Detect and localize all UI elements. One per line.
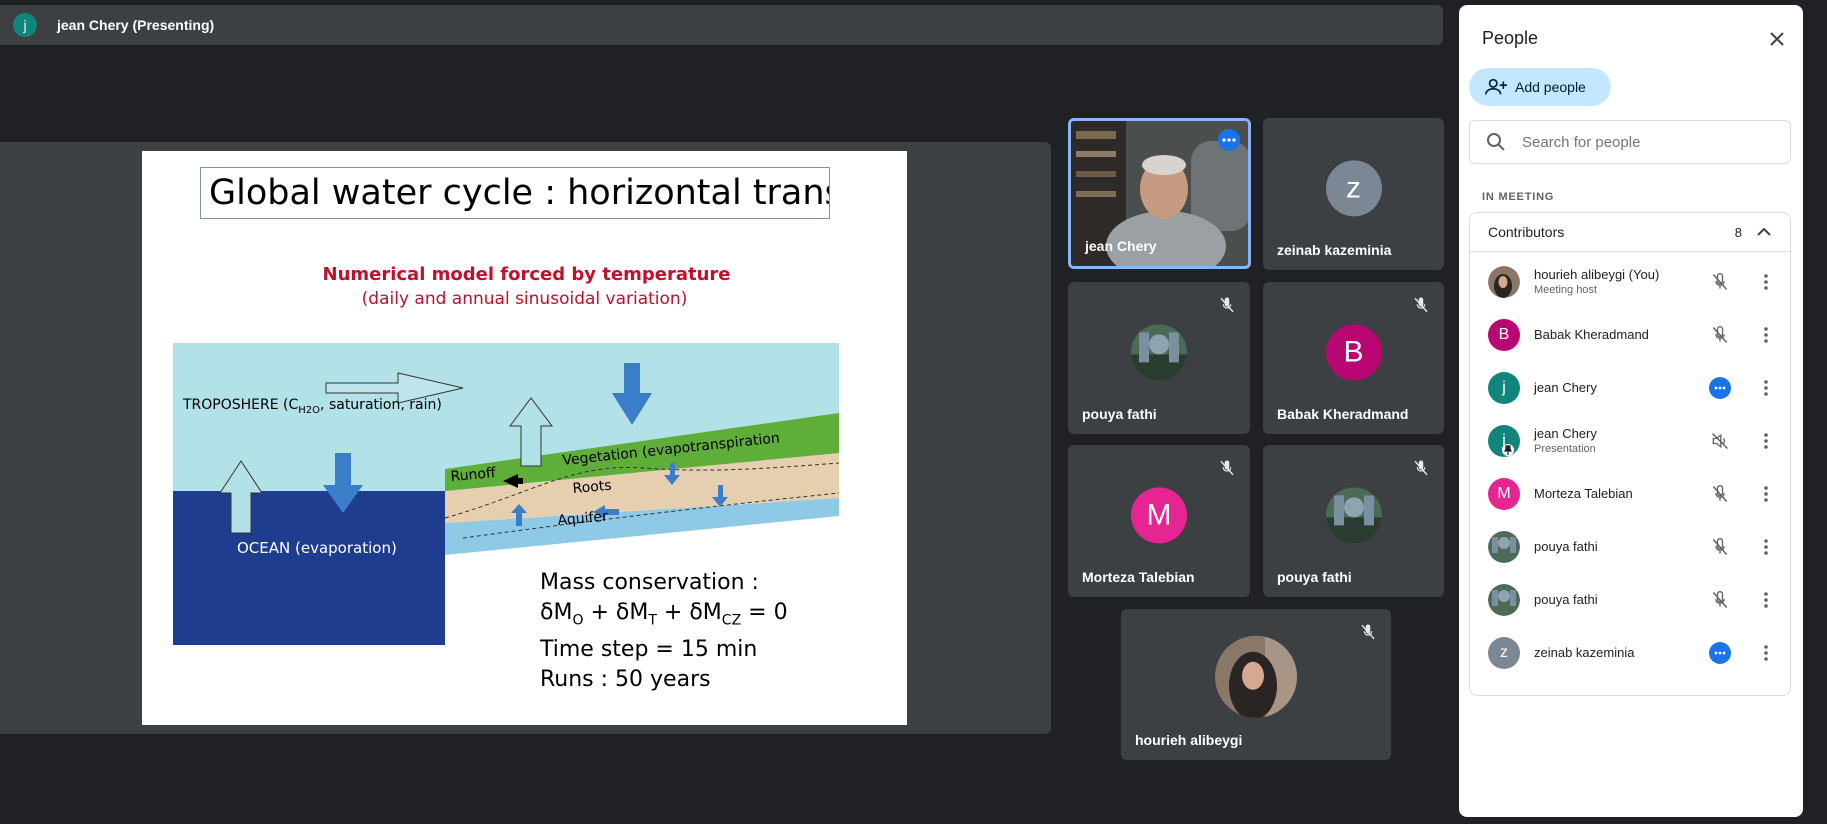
avatar [1131,324,1187,381]
more-options-icon[interactable] [1218,129,1240,151]
tile-name: Babak Kheradmand [1277,406,1409,422]
avatar: j [1488,424,1520,457]
avatar [1488,265,1520,298]
tile-name: pouya fathi [1277,569,1352,585]
mic-off-icon [1361,624,1375,640]
slide-subtitle-2: (daily and annual sinusoidal variation) [361,289,688,309]
people-panel: People Add people IN MEETING Contributor… [1459,5,1803,817]
volume-off-icon[interactable] [1708,429,1732,453]
participant-row[interactable]: M Morteza Talebian [1470,467,1790,520]
avatar [1215,635,1297,718]
close-icon [1770,32,1784,46]
presenter-avatar: j [13,13,37,37]
pin-icon [1502,443,1514,456]
participant-name: jean Chery [1534,380,1597,395]
mic-off-icon [1220,460,1234,476]
add-person-icon [1485,78,1507,95]
participant-name: Babak Kheradmand [1534,327,1649,342]
more-vert-icon[interactable] [1756,429,1776,453]
slide-subtitle: Numerical model forced by temperature [322,264,731,285]
video-tile-morteza-talebian[interactable]: M Morteza Talebian [1068,445,1250,597]
participant-row[interactable]: pouya fathi [1470,573,1790,626]
video-tile-pouya-fathi[interactable]: pouya fathi [1068,282,1250,434]
more-options-icon[interactable] [1708,641,1732,665]
more-vert-icon[interactable] [1756,482,1776,506]
video-tile-zeinab-kazeminia[interactable]: z zeinab kazeminia [1263,118,1444,270]
video-tile-babak-kheradmand[interactable]: B Babak Kheradmand [1263,282,1444,434]
participant-name: Morteza Talebian [1534,486,1633,501]
more-vert-icon[interactable] [1756,535,1776,559]
add-people-button[interactable]: Add people [1469,68,1611,106]
panel-title: People [1482,28,1539,48]
ocean-area [173,491,445,645]
participant-row[interactable]: j jean Chery Presentation [1470,414,1790,467]
participant-name: jean Chery [1534,426,1597,441]
video-tile-pouya-fathi-2[interactable]: pouya fathi [1263,445,1444,597]
presenter-label: jean Chery (Presenting) [57,17,215,33]
participant-row[interactable]: pouya fathi [1470,520,1790,573]
contributors-label: Contributors [1488,224,1565,240]
presentation-slide: Global water cycle : horizontal transfer… [142,151,907,725]
chevron-up-icon[interactable] [1756,227,1772,237]
mass-conservation-text: Mass conservation : δMO + δMT + δMCZ = 0… [540,570,788,693]
avatar: j [1488,371,1520,404]
search-input[interactable] [1520,132,1764,152]
avatar [1488,583,1520,616]
tile-name: Morteza Talebian [1082,569,1195,585]
in-meeting-heading: IN MEETING [1482,191,1555,203]
more-vert-icon[interactable] [1756,270,1776,294]
contributors-header[interactable]: Contributors 8 [1470,213,1790,252]
mic-off-icon[interactable] [1708,588,1732,612]
avatar: z [1325,160,1382,217]
more-vert-icon[interactable] [1756,641,1776,665]
search-box[interactable] [1469,120,1791,164]
video-tile-jean-chery[interactable]: jean Chery [1068,118,1251,269]
avatar: M [1488,477,1520,510]
participant-row[interactable]: B Babak Kheradmand [1470,308,1790,361]
tile-name: zeinab kazeminia [1277,242,1392,258]
participant-row[interactable]: hourieh alibeygi (You) Meeting host [1470,255,1790,308]
mic-off-icon[interactable] [1708,535,1732,559]
participant-name: hourieh alibeygi (You) [1534,267,1660,282]
participant-row[interactable]: z zeinab kazeminia [1470,626,1790,679]
participant-name: pouya fathi [1534,592,1598,607]
contributors-section: Contributors 8 hourieh alibeygi (You) Me… [1469,212,1791,696]
tile-name: hourieh alibeygi [1135,732,1243,748]
mass-equation: δMO + δMT + δMCZ = 0 [540,600,788,629]
participant-name: zeinab kazeminia [1534,645,1635,660]
mic-off-icon[interactable] [1708,270,1732,294]
avatar: B [1325,324,1382,381]
close-button[interactable] [1763,25,1791,53]
avatar: B [1488,318,1520,351]
participant-role: Meeting host [1534,284,1597,296]
video-tile-hourieh-alibeygi[interactable]: hourieh alibeygi [1121,609,1391,760]
avatar [1488,530,1520,563]
add-people-label: Add people [1515,79,1586,95]
mic-off-icon [1220,297,1234,313]
tile-name: jean Chery [1085,238,1157,254]
mic-off-icon [1414,297,1428,313]
avatar: z [1488,636,1520,669]
mic-off-icon[interactable] [1708,323,1732,347]
participant-role: Presentation [1534,443,1596,455]
tile-name: pouya fathi [1082,406,1157,422]
participant-name: pouya fathi [1534,539,1598,554]
more-vert-icon[interactable] [1756,323,1776,347]
participant-row[interactable]: j jean Chery [1470,361,1790,414]
presenter-bar: j jean Chery (Presenting) [0,5,1443,45]
mic-off-icon [1414,460,1428,476]
avatar: M [1131,487,1187,544]
more-vert-icon[interactable] [1756,376,1776,400]
contributors-count: 8 [1734,224,1742,240]
search-icon [1487,133,1505,151]
mic-off-icon[interactable] [1708,482,1732,506]
avatar [1325,487,1382,544]
more-vert-icon[interactable] [1756,588,1776,612]
roots-label: Roots [572,478,612,497]
more-options-icon[interactable] [1708,376,1732,400]
ocean-label: OCEAN (evaporation) [237,539,397,557]
slide-title: Global water cycle : horizontal transfer [200,167,830,219]
